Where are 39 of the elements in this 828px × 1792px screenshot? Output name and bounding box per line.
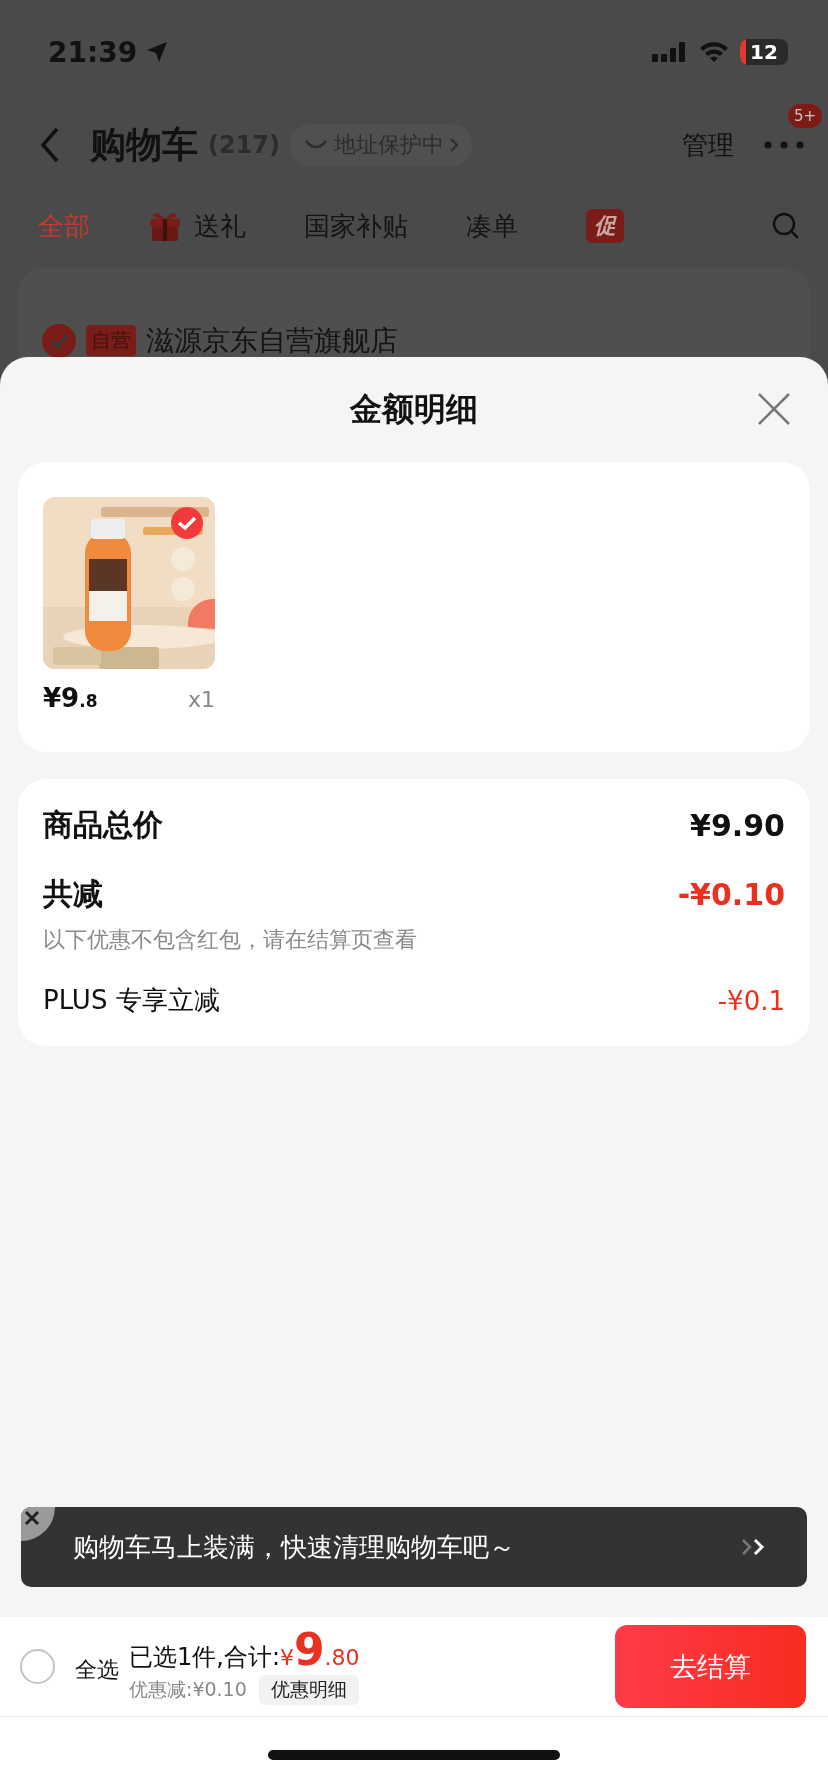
select-all-label[interactable]: 全选	[75, 1654, 119, 1685]
tab[interactable]: 全部	[38, 208, 90, 244]
promo-tab[interactable]: 促	[586, 209, 624, 243]
banner-text: 购物车马上装满，快速清理购物车吧～	[73, 1530, 515, 1564]
double-chevron-icon	[741, 1538, 767, 1556]
self-operated-tag: 自营	[86, 325, 136, 356]
close-button[interactable]	[756, 391, 792, 427]
discount-text: 优惠减:¥0.10	[129, 1677, 247, 1702]
cleanup-banner[interactable]: 购物车马上装满，快速清理购物车吧～	[21, 1507, 807, 1587]
store-name[interactable]: 滋源京东自营旗舰店	[146, 324, 398, 358]
sheet-title: 金额明细	[350, 388, 478, 430]
discount-detail-button[interactable]: 优惠明细	[258, 1675, 359, 1705]
battery-icon: 12	[740, 39, 788, 65]
product-quantity: x1	[187, 687, 215, 712]
status-time: 21:39	[48, 35, 138, 69]
page-title: 购物车	[90, 122, 198, 167]
total-price: 已选1件,合计:¥9.80	[129, 1628, 360, 1673]
location-arrow-icon	[145, 40, 170, 64]
more-icon[interactable]	[764, 141, 804, 149]
summary-label: 商品总价	[43, 806, 163, 844]
select-all-checkbox[interactable]	[20, 1649, 55, 1684]
gift-icon	[148, 210, 182, 242]
chevron-icon	[450, 138, 459, 152]
summary-label: PLUS 专享立减	[43, 984, 220, 1017]
back-icon[interactable]	[40, 127, 60, 163]
store-checkbox[interactable]	[42, 324, 76, 358]
wifi-icon	[698, 40, 730, 64]
summary-amount: -¥0.10	[677, 877, 785, 912]
signal-icon	[652, 40, 688, 64]
checkmark-icon[interactable]	[171, 507, 203, 539]
checkout-button[interactable]: 去结算	[615, 1625, 806, 1708]
notification-badge: 5+	[787, 104, 822, 128]
search-icon[interactable]	[772, 212, 800, 240]
product-price: ¥9.8	[43, 683, 98, 713]
summary-amount: -¥0.1	[717, 985, 785, 1016]
manage-button[interactable]: 管理	[682, 127, 734, 163]
summary-note: 以下优惠不包含红包，请在结算页查看	[43, 926, 418, 954]
summary-label: 共减	[43, 875, 103, 913]
summary-amount: ¥9.90	[690, 808, 785, 843]
